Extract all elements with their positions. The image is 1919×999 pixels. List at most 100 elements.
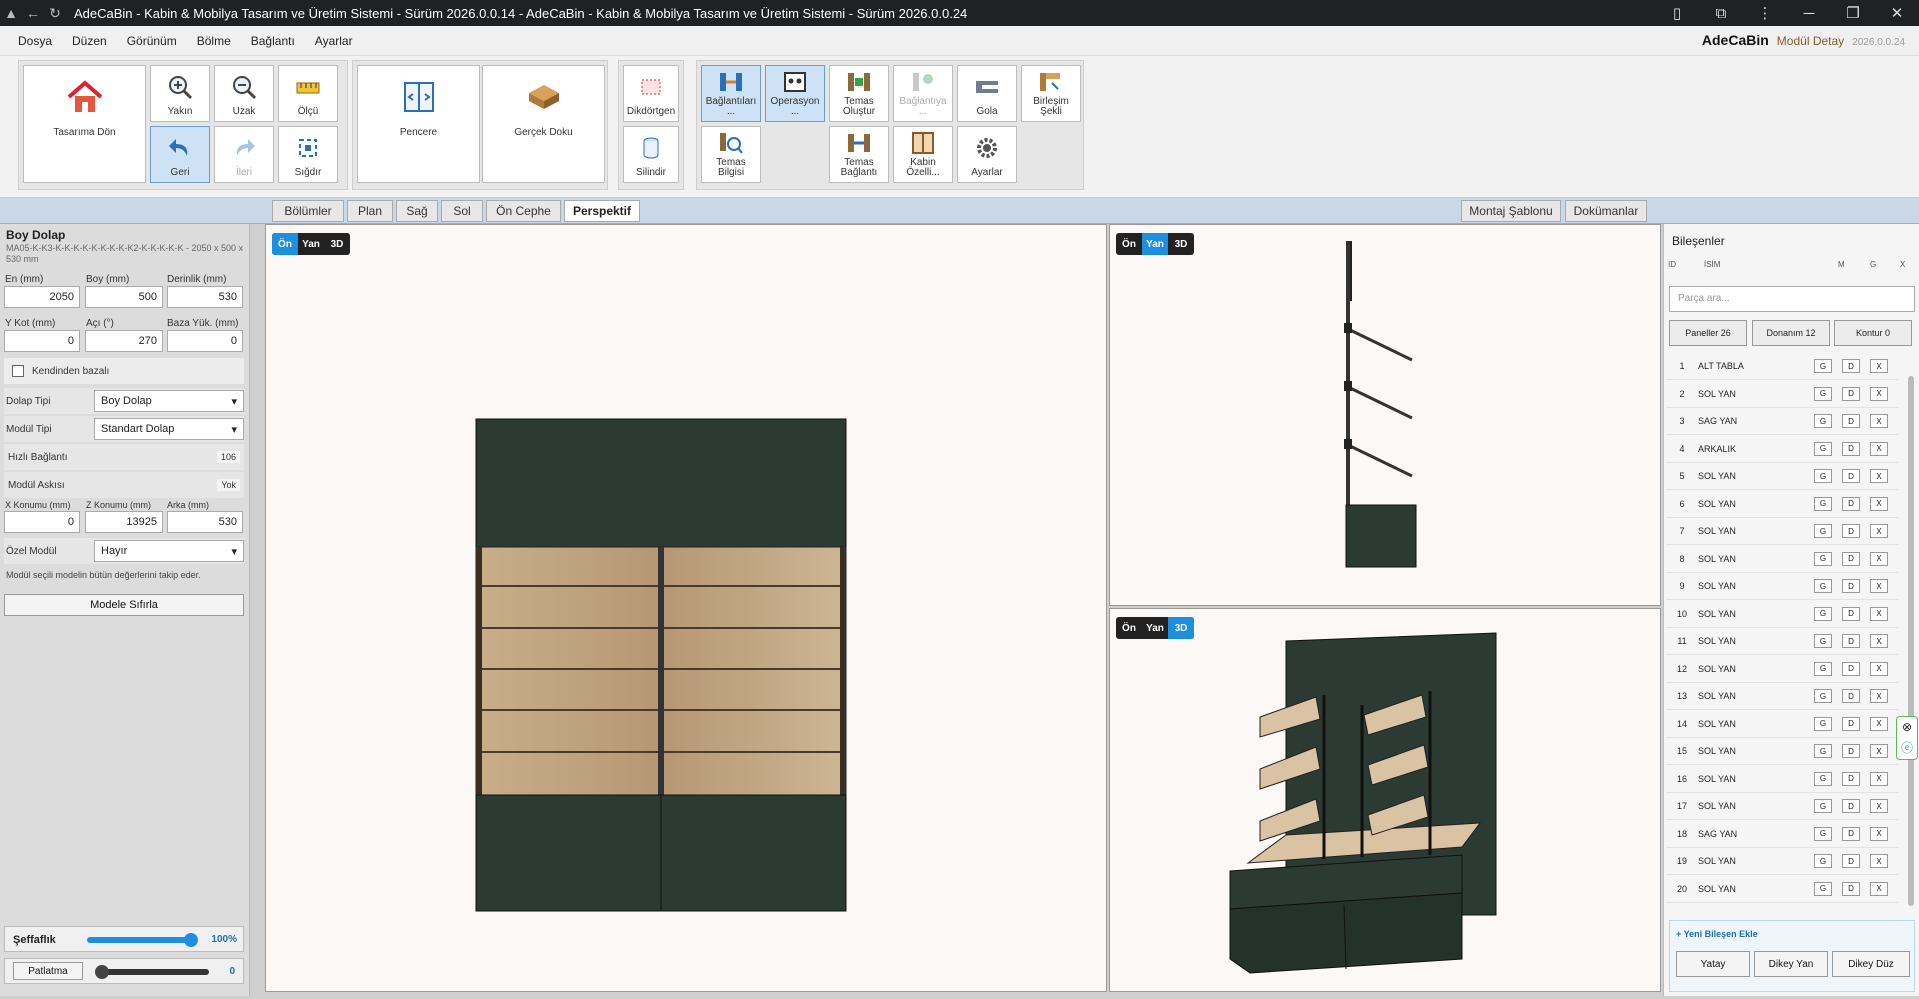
menu-gorunum[interactable]: Görünüm	[117, 34, 187, 48]
zpos-input[interactable]: 13925	[85, 511, 163, 533]
add-horizontal-button[interactable]: Yatay	[1676, 951, 1750, 977]
front-viewport[interactable]: Ön Yan 3D	[265, 224, 1107, 992]
component-x-button[interactable]: X	[1870, 524, 1888, 538]
component-x-button[interactable]: X	[1870, 661, 1888, 676]
window-button[interactable]: Pencere	[357, 65, 480, 183]
component-row[interactable]: 7 SOL YAN G D X	[1666, 518, 1898, 545]
component-row[interactable]: 10 SOL YAN G D X	[1666, 601, 1898, 628]
self-base-checkbox[interactable]	[12, 365, 24, 377]
reset-to-model-button[interactable]: Modele Sıfırla	[4, 594, 244, 616]
component-d-button[interactable]: D	[1842, 799, 1860, 813]
component-d-button[interactable]: D	[1842, 606, 1860, 621]
component-row[interactable]: 4 ARKALIK G D X	[1666, 436, 1898, 463]
tab-bolumler[interactable]: Bölümler	[272, 200, 344, 222]
component-row[interactable]: 3 SAG YAN G D X	[1666, 408, 1898, 435]
texture-button[interactable]: Gerçek Doku	[482, 65, 605, 183]
component-g-button[interactable]: G	[1814, 634, 1832, 648]
component-d-button[interactable]: D	[1842, 441, 1860, 456]
component-g-button[interactable]: G	[1814, 359, 1832, 373]
component-d-button[interactable]: D	[1842, 414, 1860, 428]
component-g-button[interactable]: G	[1814, 551, 1832, 566]
menu-duzen[interactable]: Düzen	[62, 34, 117, 48]
component-row[interactable]: 12 SOL YAN G D X	[1666, 656, 1898, 683]
back-input[interactable]: 530	[167, 511, 243, 533]
aci-input[interactable]: 270	[85, 330, 163, 352]
filter-panels[interactable]: Paneller 26	[1669, 320, 1747, 346]
transparency-slider[interactable]	[87, 933, 198, 947]
component-g-button[interactable]: G	[1814, 826, 1832, 841]
perspective-viewport[interactable]: Ön Yan 3D	[1109, 608, 1661, 992]
component-d-button[interactable]: D	[1842, 496, 1860, 511]
rectangle-button[interactable]: Dikdörtgen	[623, 65, 679, 122]
component-d-button[interactable]: D	[1842, 634, 1860, 648]
component-x-button[interactable]: X	[1870, 854, 1888, 868]
contact-info-button[interactable]: Temas Bilgisi	[701, 126, 761, 183]
extension-icon[interactable]: ⧉	[1699, 0, 1743, 26]
close-button[interactable]: ✕	[1875, 0, 1919, 26]
component-x-button[interactable]: X	[1870, 744, 1888, 758]
component-g-button[interactable]: G	[1814, 579, 1832, 593]
menu-dosya[interactable]: Dosya	[8, 34, 62, 48]
component-g-button[interactable]: G	[1814, 854, 1832, 868]
component-d-button[interactable]: D	[1842, 524, 1860, 538]
operation-button[interactable]: Operasyon ...	[765, 65, 825, 122]
baza-input[interactable]: 0	[167, 330, 243, 352]
tab-plan[interactable]: Plan	[347, 200, 393, 222]
refresh-icon[interactable]: ↻	[44, 0, 66, 26]
component-x-button[interactable]: X	[1870, 469, 1888, 483]
add-vertical-side-button[interactable]: Dikey Yan	[1754, 951, 1828, 977]
component-d-button[interactable]: D	[1842, 826, 1860, 841]
component-g-button[interactable]: G	[1814, 414, 1832, 428]
cabin-props-button[interactable]: Kabin Özelli...	[893, 126, 953, 183]
component-row[interactable]: 1 ALT TABLA G D X	[1666, 353, 1898, 380]
component-row[interactable]: 19 SOL YAN G D X	[1666, 848, 1898, 875]
component-g-button[interactable]: G	[1814, 496, 1832, 511]
component-d-button[interactable]: D	[1842, 716, 1860, 731]
component-row[interactable]: 17 SOL YAN G D X	[1666, 793, 1898, 820]
tab-on-cephe[interactable]: Ön Cephe	[486, 200, 561, 222]
connections-button[interactable]: Bağlantıları ...	[701, 65, 761, 122]
component-x-button[interactable]: X	[1870, 414, 1888, 428]
tab-perspektif[interactable]: Perspektif	[564, 200, 640, 222]
component-d-button[interactable]: D	[1842, 744, 1860, 758]
component-x-button[interactable]: X	[1870, 634, 1888, 648]
component-x-button[interactable]: X	[1870, 826, 1888, 841]
tab-dokumanlar[interactable]: Dokümanlar	[1565, 200, 1647, 222]
component-d-button[interactable]: D	[1842, 881, 1860, 896]
component-x-button[interactable]: X	[1870, 386, 1888, 401]
component-row[interactable]: 6 SOL YAN G D X	[1666, 491, 1898, 518]
transparency-knob[interactable]	[184, 933, 198, 947]
explode-slider[interactable]	[95, 965, 209, 979]
component-x-button[interactable]: X	[1870, 716, 1888, 731]
undo-button[interactable]: Geri	[150, 126, 210, 183]
en-input[interactable]: 2050	[4, 286, 80, 308]
cylinder-button[interactable]: Silindir	[623, 126, 679, 183]
module-type-select[interactable]: Standart Dolap ▾	[94, 418, 244, 440]
component-x-button[interactable]: X	[1870, 551, 1888, 566]
explode-button[interactable]: Patlatma	[13, 962, 83, 980]
close-circle-icon[interactable]: ⊗	[1902, 720, 1912, 734]
fit-button[interactable]: Sığdır	[278, 126, 338, 183]
component-g-button[interactable]: G	[1814, 661, 1832, 676]
component-d-button[interactable]: D	[1842, 689, 1860, 703]
add-component-label[interactable]: + Yeni Bileşen Ekle	[1676, 929, 1758, 939]
component-g-button[interactable]: G	[1814, 771, 1832, 786]
menu-baglanti[interactable]: Bağlantı	[241, 34, 305, 48]
component-d-button[interactable]: D	[1842, 551, 1860, 566]
component-x-button[interactable]: X	[1870, 689, 1888, 703]
component-x-button[interactable]: X	[1870, 441, 1888, 456]
component-g-button[interactable]: G	[1814, 524, 1832, 538]
ykot-input[interactable]: 0	[4, 330, 80, 352]
boy-input[interactable]: 500	[85, 286, 163, 308]
component-g-button[interactable]: G	[1814, 744, 1832, 758]
component-g-button[interactable]: G	[1814, 689, 1832, 703]
edge-icon[interactable]: ⓔ	[1901, 739, 1913, 756]
component-row[interactable]: 5 SOL YAN G D X	[1666, 463, 1898, 490]
gola-button[interactable]: Gola	[957, 65, 1017, 122]
xpos-input[interactable]: 0	[4, 511, 80, 533]
component-g-button[interactable]: G	[1814, 716, 1832, 731]
component-d-button[interactable]: D	[1842, 359, 1860, 373]
minimize-button[interactable]: ─	[1787, 0, 1831, 26]
more-icon[interactable]: ⋮	[1743, 0, 1787, 26]
component-row[interactable]: 15 SOL YAN G D X	[1666, 738, 1898, 765]
